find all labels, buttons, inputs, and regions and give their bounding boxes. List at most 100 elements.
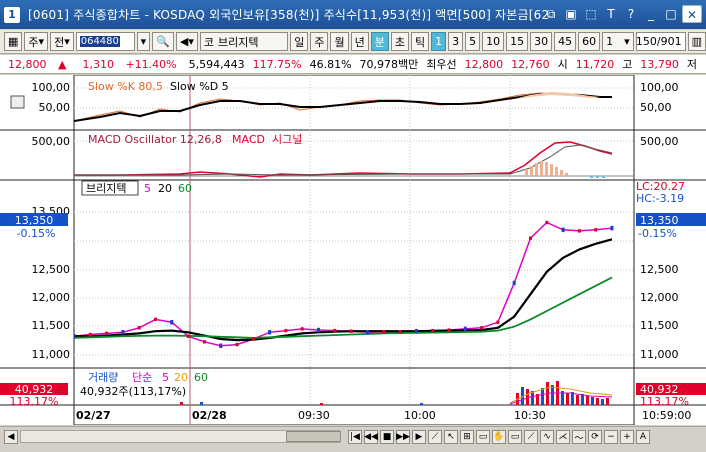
next-icon[interactable]: ▶▶ [396,430,410,444]
candle [284,328,288,333]
candle [349,329,353,333]
candle [561,227,565,233]
scroll-left-icon[interactable]: ◀ [4,429,18,444]
interval-1[interactable]: 1 [431,32,447,51]
play-icon[interactable]: ▶ [412,430,426,444]
open-value: 11,720 [575,57,615,71]
horizontal-scrollbar[interactable] [20,430,341,443]
price-tick-12500: 12,500 [32,263,71,276]
volume-value: 5,594,443 [188,57,245,71]
layout-icon[interactable]: ▥ [687,32,706,51]
fan-icon[interactable]: ⋌ [556,430,570,444]
code-input[interactable]: 064480 [75,32,135,51]
quote-bar: 12,800 ▲ 1,310 +11.40% 5,594,443 117.75%… [0,55,706,74]
stop-icon[interactable]: ■ [380,430,394,444]
chart-area[interactable]: Slow %K 80,5 Slow %D 5 100,00 50,00 100,… [0,74,706,426]
interval-45[interactable]: 45 [554,32,577,51]
candle [414,328,418,334]
interval-60[interactable]: 60 [578,32,601,51]
candle [610,225,614,231]
macd-signal-label: 시그널 [272,133,302,146]
best-bid: 12,760 [511,57,550,71]
current-price-right: 13,350 [640,214,679,227]
hc-label: HC:-3.19 [636,192,684,205]
close-icon[interactable]: ✕ [682,5,702,23]
price-tick-12500-r: 12,500 [640,263,679,276]
candle [480,326,484,330]
search-icon[interactable]: 🔍 [152,32,174,51]
grid-icon[interactable]: ▦ [4,32,23,51]
interval-3[interactable]: 3 [448,32,464,51]
ratio2: 46.81% [309,57,352,71]
candle [447,328,451,332]
maximize-icon[interactable]: □ [662,5,680,23]
search-icon[interactable]: ▾ [136,32,151,51]
title-bar: 1 [0601] 주식종합차트 - KOSDAQ 외국인보유[358(천)] 주… [0,0,706,29]
candle [268,330,272,335]
candle [577,229,581,233]
speaker-icon[interactable]: ◀▾ [175,32,198,51]
stoch-tick-100: 100,00 [32,81,71,94]
pointer-icon[interactable]: ↖ [444,430,458,444]
copy-icon[interactable]: ⧉ [542,5,560,23]
macd-tick-right: 500,00 [640,135,679,148]
minimize-icon[interactable]: _ [642,5,660,23]
all-select[interactable]: 전 ▾ [50,32,74,51]
scrollbar-thumb[interactable] [286,431,341,442]
trend-icon[interactable]: ⟋ [524,430,538,444]
period-tick[interactable]: 틱 [410,32,430,51]
period-week[interactable]: 주 [310,32,329,51]
interval-5[interactable]: 5 [465,32,481,51]
stoch-k-label: Slow %K 80,5 [88,80,163,93]
zoom-in-icon[interactable]: + [620,430,634,444]
period-bar-icon[interactable]: ▭ [476,430,490,444]
text-icon[interactable]: T [602,5,620,23]
price-tick-11500: 11,500 [32,319,71,332]
refresh-icon[interactable]: ⟳ [588,430,602,444]
draw-line-icon[interactable]: ⟋ [428,430,442,444]
current-price-left: 13,350 [15,214,54,227]
stock-name-field[interactable]: 코 브리지텍 [199,32,289,51]
current-pct-right: -0.15% [638,227,677,240]
volume-value-line: 40,932주(113,17%) [80,385,186,398]
settings-grid-icon[interactable] [10,95,25,109]
x-time-1030: 10:30 [514,409,546,422]
period-day[interactable]: 일 [290,32,309,51]
period-minute[interactable]: 분 [370,32,389,51]
screen-icon[interactable]: ⬚ [582,5,600,23]
first-page-icon[interactable]: |◀ [348,430,362,444]
wave-icon[interactable]: 〜 [572,430,586,444]
interval-30[interactable]: 30 [530,32,553,51]
candle [512,280,516,286]
volume-ma20: 20 [174,371,188,384]
interval-10[interactable]: 10 [482,32,505,51]
market-select[interactable]: 주 ▾ [24,32,49,51]
stoch-tick-100-r: 100,00 [640,81,679,94]
high-value: 13,790 [640,57,679,71]
zoom-icon[interactable]: ⊞ [460,430,474,444]
page-counter: 150/901 [635,32,686,51]
period-year[interactable]: 년 [350,32,369,51]
candle [121,330,125,335]
period-second[interactable]: 초 [390,32,409,51]
prev-icon[interactable]: ◀◀ [364,430,378,444]
best-label: 최우선 [426,58,457,71]
chart-svg[interactable]: Slow %K 80,5 Slow %D 5 100,00 50,00 100,… [0,74,706,426]
font-icon[interactable]: A [636,430,650,444]
period-month[interactable]: 월 [330,32,349,51]
help-icon[interactable]: ? [622,5,640,23]
app-icon: 1 [4,6,20,23]
macd-line-label: MACD [232,133,265,146]
current-pct-left: -0.15% [17,227,56,240]
candle [186,334,190,338]
curve-icon[interactable]: ∿ [540,430,554,444]
hand-icon[interactable]: ✋ [492,430,506,444]
zoom-out-icon[interactable]: − [604,430,618,444]
rect-icon[interactable]: ▭ [508,430,522,444]
unit-select[interactable]: 1 ▾ [602,32,634,51]
change-value: 1,310 +11.40% [82,57,177,71]
interval-15[interactable]: 15 [506,32,529,51]
volume-label: 거래량 [88,371,118,384]
candle [317,327,320,333]
save-icon[interactable]: ▣ [562,5,580,23]
